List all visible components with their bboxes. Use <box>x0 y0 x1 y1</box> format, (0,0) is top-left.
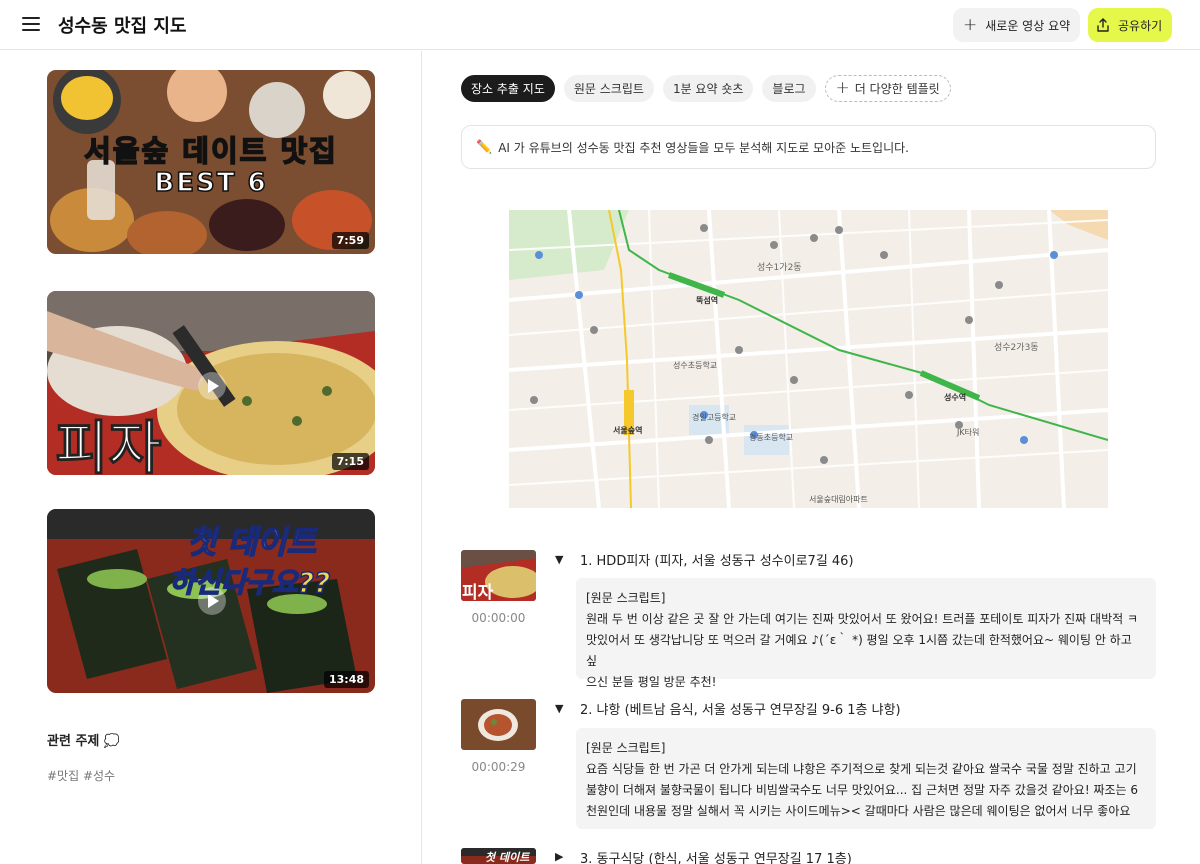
new-summary-button[interactable]: + 새로운 영상 요약 <box>953 8 1080 42</box>
script-line: 으신 분들 평일 방문 추천! <box>586 675 717 689</box>
expand-triangle-icon[interactable]: ▶ <box>555 850 563 863</box>
video-duration: 13:48 <box>323 671 369 688</box>
video-duration: 7:15 <box>331 453 369 470</box>
collapse-triangle-icon[interactable]: ▼ <box>555 702 563 715</box>
template-tabs: 장소 추출 지도 원문 스크립트 1분 요약 숏츠 블로그 + 더 다양한 템플… <box>461 75 951 102</box>
video-thumbnail-2[interactable]: 피자 7:15 <box>47 291 375 475</box>
thumbnail-caption: 첫 데이트 <box>186 522 316 562</box>
new-summary-label: 새로운 영상 요약 <box>985 18 1071 33</box>
share-icon <box>1097 18 1109 32</box>
map-label-school: 경일고등학교 <box>692 412 736 422</box>
menu-icon[interactable] <box>22 16 42 32</box>
map-label-apartment: 서울숲대림아파트 <box>809 494 868 504</box>
thumbnail-caption-sub: BEST 6 <box>154 167 268 199</box>
plus-icon: + <box>835 78 850 98</box>
video-thumbnail-3[interactable]: 첫 데이트 하신다구요?? 13:48 <box>47 509 375 693</box>
entry-thumbnail-3[interactable]: 첫 데이트 <box>461 848 536 864</box>
map-label-school: 성수초등학교 <box>673 360 717 370</box>
entry-thumbnail-caption: 첫 데이트 <box>485 851 530 864</box>
page-title: 성수동 맛집 지도 <box>58 16 187 37</box>
entry-thumbnail-caption: 피자 <box>462 583 494 601</box>
timestamp[interactable]: 00:00:00 <box>461 611 536 625</box>
entry-thumbnail-1[interactable]: 피자 <box>461 550 536 601</box>
script-line: 천원인데 내용물 정말 실해서 꼭 시키는 사이드메뉴>< 갈때마다 사람은 많… <box>586 804 1131 818</box>
script-label: [원문 스크립트] <box>586 591 666 605</box>
thumbnail-caption: 서울숲 데이트 맛집 <box>83 133 338 169</box>
script-line: 불향이 더해져 불향국물이 됩니다 비빔쌀국수도 너무 맛있어요... 집 근처… <box>586 783 1139 797</box>
video-sidebar: 서울숲 데이트 맛집 BEST 6 7:59 피자 7:15 첫 데이트 하신다… <box>0 51 422 864</box>
place-title[interactable]: 2. 냐항 (베트남 음식, 서울 성동구 연무장길 9-6 1층 냐항) <box>580 699 901 718</box>
noodle-thumbnail-image <box>461 699 536 750</box>
place-title[interactable]: 1. HDD피자 (피자, 서울 성동구 성수이로7길 46) <box>580 550 854 569</box>
pencil-icon: ✏️ <box>476 139 493 155</box>
thumbnail-caption: 피자 <box>55 414 163 476</box>
app-header: 성수동 맛집 지도 + 새로운 영상 요약 공유하기 <box>0 0 1200 50</box>
share-button[interactable]: 공유하기 <box>1088 8 1172 42</box>
map-label-seongsu2ga3dong: 성수2가3동 <box>994 342 1039 353</box>
script-box: [원문 스크립트] 요즘 식당들 한 번 가곤 더 안가게 되는데 냐항은 주기… <box>576 728 1156 829</box>
share-label: 공유하기 <box>1118 18 1163 33</box>
note-description: ✏️ AI 가 유튜브의 성수동 맛집 추천 영상들을 모두 분석해 지도로 모… <box>461 125 1156 169</box>
map-label-seongsu1ga2dong: 성수1가2동 <box>757 262 802 273</box>
script-line: 원래 두 번 이상 같은 곳 잘 안 가는데 여기는 진짜 맛있어서 또 왔어요… <box>586 612 1139 626</box>
map-label-ttukseom: 뚝섬역 <box>696 295 718 305</box>
related-tags[interactable]: #맛집 #성수 <box>47 767 115 784</box>
script-box: [원문 스크립트] 원래 두 번 이상 같은 곳 잘 안 가는데 여기는 진짜 … <box>576 578 1156 689</box>
video-duration: 7:59 <box>331 232 369 249</box>
place-title[interactable]: 3. 동구식당 (한식, 서울 성동구 연무장길 17 1층) <box>580 848 852 864</box>
tab-place-map[interactable]: 장소 추출 지도 <box>461 75 555 102</box>
map-canvas: 뚝섬역 성수역 성수1가2동 성수2가3동 서울숲역 경일고등학교 경동초등학교… <box>509 210 1108 508</box>
map-label-seongsu: 성수역 <box>944 392 966 402</box>
collapse-triangle-icon[interactable]: ▼ <box>555 553 563 566</box>
tab-blog[interactable]: 블로그 <box>762 75 816 102</box>
plus-icon: + <box>963 14 978 35</box>
map-label-jktower: JK타워 <box>956 428 979 437</box>
script-line: 요즘 식당들 한 번 가곤 더 안가게 되는데 냐항은 주기적으로 찾게 되는것… <box>586 762 1137 776</box>
entry-thumbnail-2[interactable] <box>461 699 536 750</box>
script-label: [원문 스크립트] <box>586 741 666 755</box>
tab-original-script[interactable]: 원문 스크립트 <box>563 75 654 102</box>
tab-more-templates[interactable]: + 더 다양한 템플릿 <box>824 75 951 102</box>
places-map[interactable]: 뚝섬역 성수역 성수1가2동 성수2가3동 서울숲역 경일고등학교 경동초등학교… <box>509 210 1108 508</box>
related-topics-title: 관련 주제 💭 <box>47 734 121 749</box>
tab-one-minute-shorts[interactable]: 1분 요약 숏츠 <box>662 75 754 102</box>
script-line: 맛있어서 또 생각납니당 또 먹으러 갈 거예요 ♪(´ε｀ *) 평일 오후 … <box>586 633 1132 668</box>
description-text: AI 가 유튜브의 성수동 맛집 추천 영상들을 모두 분석해 지도로 모아준 … <box>498 140 909 155</box>
thumbnail-caption-sub: 하신다구요?? <box>168 565 331 600</box>
timestamp[interactable]: 00:00:29 <box>461 760 536 774</box>
more-templates-label: 더 다양한 템플릿 <box>854 82 940 96</box>
map-label-school: 경동초등학교 <box>749 432 793 442</box>
video-thumbnail-1[interactable]: 서울숲 데이트 맛집 BEST 6 7:59 <box>47 70 375 254</box>
map-label-seoulsup-station: 서울숲역 <box>613 425 642 435</box>
